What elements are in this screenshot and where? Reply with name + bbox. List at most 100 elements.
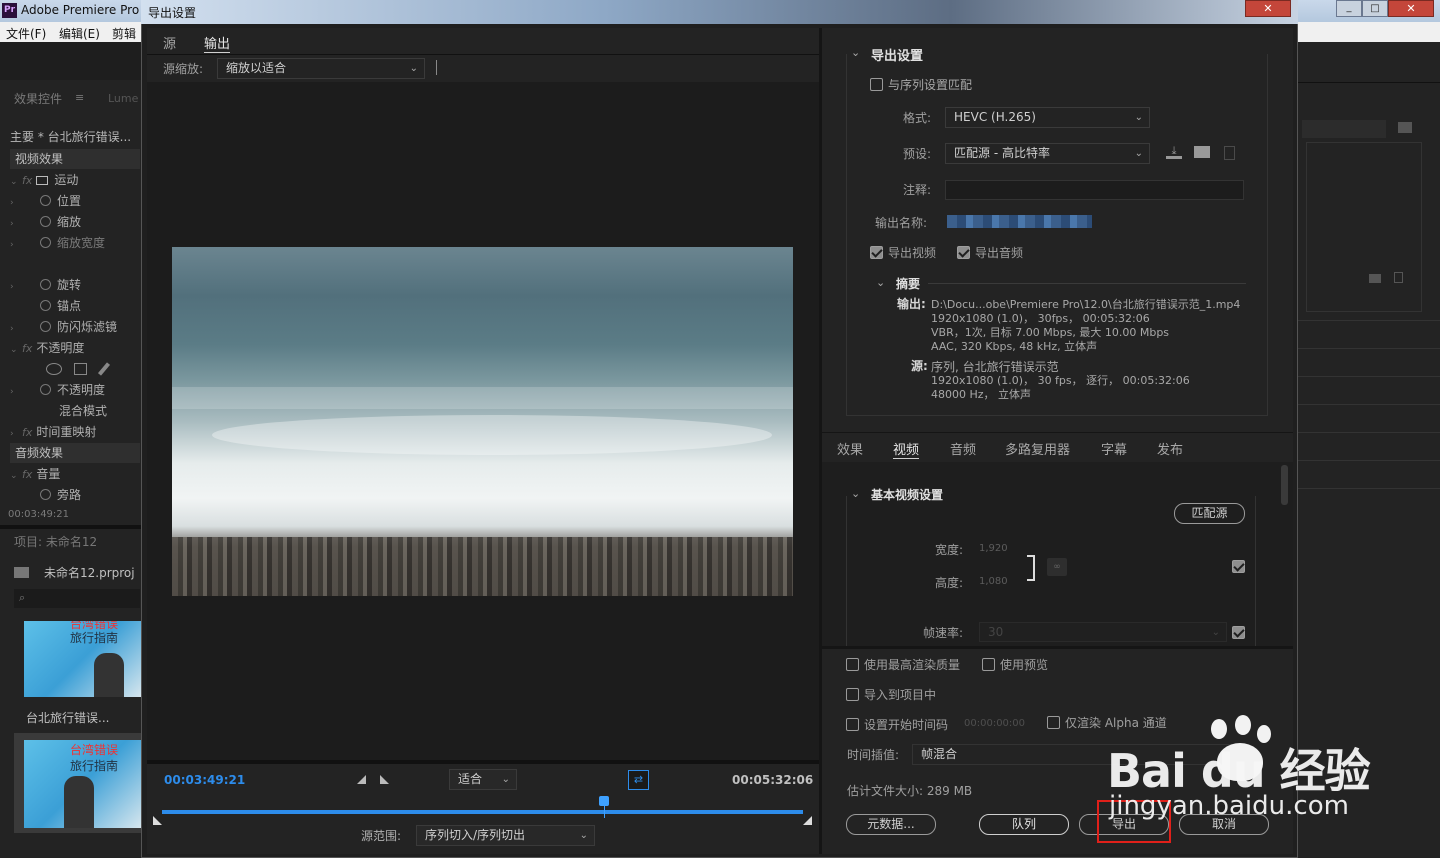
menu-file[interactable]: 文件(F) bbox=[6, 25, 46, 42]
thumbnail-2[interactable]: 台湾错误 旅行指南 bbox=[14, 733, 141, 833]
mask-tools[interactable] bbox=[46, 362, 116, 376]
summary-header: 摘要 bbox=[896, 277, 921, 291]
prop-bypass[interactable]: 旁路 bbox=[10, 485, 138, 505]
framerate-dropdown[interactable]: 30 ⌄ bbox=[979, 622, 1227, 642]
output-name-link[interactable] bbox=[947, 215, 1092, 228]
tab-output[interactable]: 输出 bbox=[204, 33, 231, 53]
aspect-toggle-icon[interactable]: ⇄ bbox=[628, 770, 649, 790]
start-timecode-label: 设置开始时间码 bbox=[864, 718, 949, 732]
prop-scale[interactable]: › 缩放 bbox=[10, 212, 138, 232]
match-source-button[interactable]: 匹配源 bbox=[1174, 503, 1245, 524]
new-bin-icon[interactable] bbox=[1398, 122, 1412, 133]
prop-anchor[interactable]: 锚点 bbox=[10, 296, 138, 316]
import-project-checkbox[interactable] bbox=[846, 688, 859, 701]
menu-clip[interactable]: 剪辑 bbox=[112, 25, 136, 42]
source-scale-dropdown[interactable]: 缩放以适合 ⌄ bbox=[217, 58, 425, 79]
import-preset-icon[interactable] bbox=[1194, 146, 1210, 158]
tab-source[interactable]: 源 bbox=[163, 33, 176, 52]
effect-time-remap[interactable]: › fx 时间重映射 bbox=[10, 422, 138, 442]
export-audio-checkbox[interactable] bbox=[957, 246, 970, 259]
thumbnail-1[interactable]: 台湾错误 旅行指南 bbox=[24, 621, 141, 697]
timeline-bar[interactable] bbox=[162, 810, 803, 814]
prop-anti-flicker[interactable]: › 防闪烁滤镜 bbox=[10, 317, 138, 337]
settings-scrollbar[interactable] bbox=[1281, 465, 1288, 505]
source-range-dropdown[interactable]: 序列切入/序列切出 ⌄ bbox=[416, 825, 595, 846]
stopwatch-icon[interactable] bbox=[40, 216, 51, 227]
mark-in-icon[interactable] bbox=[357, 775, 366, 784]
max-render-checkbox[interactable] bbox=[846, 658, 859, 671]
collapse-summary-icon[interactable]: ⌄ bbox=[876, 276, 885, 289]
export-video-checkbox[interactable] bbox=[870, 246, 883, 259]
lumetri-tab[interactable]: Lume bbox=[108, 92, 138, 105]
effect-controls-tab[interactable]: 效果控件 bbox=[14, 90, 62, 107]
prop-rotation[interactable]: › 旋转 bbox=[10, 275, 138, 295]
match-size-checkbox[interactable] bbox=[1232, 560, 1245, 573]
tab-publish[interactable]: 发布 bbox=[1157, 439, 1183, 458]
fit-dropdown[interactable]: 适合 ⌄ bbox=[449, 769, 517, 790]
rect-mask-icon[interactable] bbox=[74, 363, 87, 375]
queue-button[interactable]: 队列 bbox=[979, 814, 1069, 835]
dialog-title: 导出设置 bbox=[148, 6, 197, 20]
start-timecode-value: 00:00:00:00 bbox=[964, 718, 1026, 729]
prop-position[interactable]: › 位置 bbox=[10, 191, 138, 211]
prop-blend-mode[interactable]: 混合模式 bbox=[10, 401, 138, 421]
project-file[interactable]: 未命名12.prproj bbox=[44, 564, 135, 581]
stopwatch-icon[interactable] bbox=[40, 489, 51, 500]
panel-menu-icon[interactable]: ≡ bbox=[75, 91, 84, 104]
stopwatch-icon[interactable] bbox=[40, 384, 51, 395]
dialog-close-icon[interactable]: ✕ bbox=[1245, 0, 1291, 17]
tab-audio[interactable]: 音频 bbox=[950, 439, 976, 458]
range-start-handle[interactable] bbox=[153, 816, 162, 825]
effect-motion[interactable]: ⌄ fx 运动 bbox=[10, 170, 138, 190]
effect-volume[interactable]: ⌄ fx 音量 bbox=[10, 464, 138, 484]
ellipse-mask-icon[interactable] bbox=[46, 363, 62, 375]
menu-edit[interactable]: 编辑(E) bbox=[59, 25, 100, 42]
stopwatch-icon[interactable] bbox=[40, 300, 51, 311]
start-timecode-checkbox[interactable] bbox=[846, 718, 859, 731]
preview-video bbox=[172, 247, 793, 596]
tab-multiplexer[interactable]: 多路复用器 bbox=[1005, 439, 1070, 458]
link-icon[interactable]: ∞ bbox=[1047, 558, 1067, 576]
delete-preset-icon[interactable] bbox=[1224, 146, 1235, 160]
render-alpha-checkbox[interactable] bbox=[1047, 716, 1060, 729]
window-controls[interactable]: _ □ ✕ bbox=[1336, 0, 1436, 17]
stopwatch-icon[interactable] bbox=[40, 195, 51, 206]
dialog-titlebar bbox=[141, 0, 1298, 24]
preset-dropdown[interactable]: 匹配源 - 高比特率 ⌄ bbox=[945, 143, 1150, 164]
use-preview-label: 使用预览 bbox=[1000, 658, 1049, 672]
use-preview-checkbox[interactable] bbox=[982, 658, 995, 671]
minimize-icon[interactable]: _ bbox=[1336, 0, 1362, 17]
metadata-button[interactable]: 元数据... bbox=[846, 814, 936, 835]
tab-effects[interactable]: 效果 bbox=[837, 439, 863, 458]
maximize-icon[interactable]: □ bbox=[1362, 0, 1388, 17]
stopwatch-icon[interactable] bbox=[40, 237, 51, 248]
prop-opacity[interactable]: › 不透明度 bbox=[10, 380, 138, 400]
current-time[interactable]: 00:03:49:21 bbox=[164, 773, 245, 787]
match-framerate-checkbox[interactable] bbox=[1232, 626, 1245, 639]
summary-source-label: 源: bbox=[911, 359, 928, 373]
chevron-down-icon: ⌄ bbox=[1134, 112, 1143, 123]
stopwatch-icon[interactable] bbox=[40, 321, 51, 332]
playhead[interactable] bbox=[599, 796, 610, 806]
source-range-label: 源范围: bbox=[361, 829, 402, 843]
pen-mask-icon[interactable] bbox=[97, 362, 111, 376]
tab-video[interactable]: 视频 bbox=[893, 439, 920, 459]
motion-transform-icon[interactable] bbox=[36, 176, 49, 185]
stopwatch-icon[interactable] bbox=[40, 279, 51, 290]
prop-scale-width[interactable]: › 缩放宽度 bbox=[10, 233, 138, 253]
format-dropdown[interactable]: HEVC (H.265) ⌄ bbox=[945, 107, 1150, 128]
effect-opacity[interactable]: ⌄ fx 不透明度 bbox=[10, 338, 138, 358]
match-sequence-checkbox[interactable] bbox=[870, 78, 883, 91]
save-preset-icon[interactable]: ⤓ bbox=[1166, 145, 1182, 159]
preset-label: 预设: bbox=[903, 147, 932, 161]
comment-input[interactable] bbox=[945, 180, 1244, 200]
mark-out-icon[interactable] bbox=[380, 775, 389, 784]
playhead-line bbox=[604, 806, 606, 818]
close-icon[interactable]: ✕ bbox=[1388, 0, 1434, 17]
range-end-handle[interactable] bbox=[803, 816, 812, 825]
format-label: 格式: bbox=[903, 111, 932, 125]
trash-icon[interactable] bbox=[1394, 272, 1403, 283]
folder-icon[interactable] bbox=[1369, 274, 1381, 283]
project-search[interactable]: ⌕ bbox=[14, 589, 140, 608]
tab-captions[interactable]: 字幕 bbox=[1101, 439, 1127, 458]
